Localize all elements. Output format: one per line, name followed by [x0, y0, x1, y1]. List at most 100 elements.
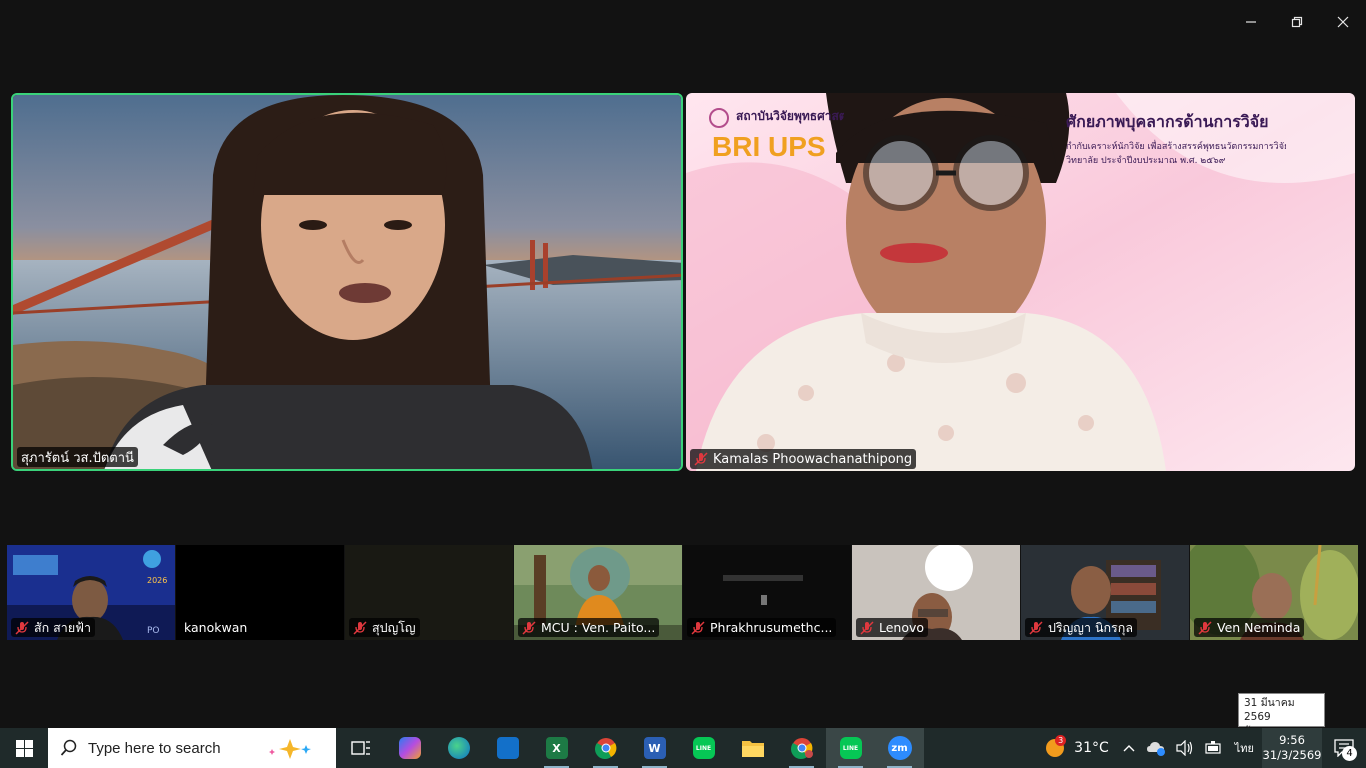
- chrome-app[interactable]: [581, 728, 630, 768]
- weather-widget[interactable]: 3 31°C: [1039, 728, 1117, 768]
- start-button[interactable]: [0, 728, 48, 768]
- close-icon: [1337, 16, 1349, 28]
- search-box[interactable]: Type here to search: [48, 728, 336, 768]
- name-label: kanokwan: [184, 620, 248, 635]
- edge-app[interactable]: [434, 728, 483, 768]
- system-tray: 3 31°C ไทย 9:56 31/3/2569 4: [1039, 728, 1366, 768]
- muted-mic-icon: [1198, 620, 1212, 635]
- minimize-button[interactable]: [1228, 0, 1274, 44]
- participant-video: [13, 95, 681, 469]
- muted-mic-icon: [691, 620, 705, 635]
- clock[interactable]: 9:56 31/3/2569: [1262, 728, 1322, 768]
- video-tile-participant[interactable]: สถาบันวิจัยพุทธศาสตร์ BRI UPS ศักยภาพบุค…: [686, 93, 1355, 471]
- line-icon: LINE: [839, 737, 862, 759]
- thumbnail-tile[interactable]: Phrakhrusumethc...: [683, 545, 851, 640]
- windows-icon: [15, 739, 33, 757]
- muted-mic-icon: [353, 620, 367, 635]
- speaker-icon: [1176, 740, 1192, 756]
- name-label: Ven Neminda: [1217, 620, 1301, 635]
- thumbnail-tile[interactable]: Lenovo: [852, 545, 1020, 640]
- date-tooltip: 31 มีนาคม 2569 อังคาร: [1238, 693, 1325, 737]
- thumbnail-tile[interactable]: kanokwan: [176, 545, 344, 640]
- video-tile-active-speaker[interactable]: สุภารัตน์ วส.ปัตตานี: [11, 93, 683, 471]
- name-label: ปริญญา นิกรกุล: [1048, 619, 1133, 635]
- copilot-icon: [398, 737, 421, 759]
- name-label: MCU : Ven. Paito...: [541, 620, 656, 635]
- muted-mic-icon: [1029, 620, 1043, 635]
- excel-app[interactable]: X: [532, 728, 581, 768]
- zoom-icon: zm: [887, 736, 912, 760]
- participant-name-tag: สัก สายฟ้า: [11, 618, 96, 637]
- participant-strip: 2026 PO สัก สายฟ้า kanokwan สุปญโญ MCU:…: [7, 545, 1358, 640]
- participant-name-tag: สุภารัตน์ วส.ปัตตานี: [17, 447, 138, 467]
- battery-button[interactable]: [1199, 728, 1227, 768]
- search-icon: [60, 739, 77, 756]
- folder-icon: [741, 741, 764, 757]
- thumbnail-tile[interactable]: Ven Neminda: [1190, 545, 1358, 640]
- participant-name-tag: kanokwan: [180, 618, 252, 637]
- svg-text:PO: PO: [147, 626, 160, 636]
- chrome-icon: [594, 738, 616, 759]
- minimize-icon: [1246, 21, 1256, 23]
- task-view-button[interactable]: [336, 728, 385, 768]
- thumbnail-tile[interactable]: MCU : Ven. Paito...: [514, 545, 682, 640]
- window-controls: [1228, 0, 1366, 44]
- task-view-icon: [350, 741, 370, 755]
- taskbar: Type here to search X W LINE LINE zm 3 3…: [0, 728, 1366, 768]
- slide-org-line: สถาบันวิจัยพุทธศาสตร์: [736, 109, 844, 123]
- name-label: Phrakhrusumethc...: [710, 620, 833, 635]
- file-explorer-app[interactable]: [728, 728, 777, 768]
- clock-time: 9:56: [1279, 733, 1305, 747]
- input-language[interactable]: ไทย: [1227, 728, 1262, 768]
- copilot-app[interactable]: [385, 728, 434, 768]
- restore-icon: [1291, 16, 1303, 28]
- volume-button[interactable]: [1171, 728, 1199, 768]
- line-icon: LINE: [692, 737, 715, 759]
- participant-name-tag: สุปญโญ: [349, 618, 420, 637]
- outlook-app[interactable]: [483, 728, 532, 768]
- search-placeholder: Type here to search: [88, 739, 221, 757]
- clock-date: 31/3/2569: [1262, 748, 1322, 762]
- svg-text:2026: 2026: [147, 576, 167, 585]
- name-label: สัก สายฟ้า: [34, 619, 92, 635]
- weather-temperature: 31°C: [1074, 740, 1109, 756]
- slide-subline-2: วิทยาลัย ประจำปีงบประมาณ พ.ศ. ๒๕๖๙: [1066, 156, 1226, 166]
- participant-name-tag: Phrakhrusumethc...: [687, 618, 837, 637]
- participant-name-tag: Kamalas Phoowachanathipong: [690, 449, 917, 469]
- participant-name-tag: Lenovo: [856, 618, 929, 637]
- show-hidden-icons-button[interactable]: [1117, 728, 1141, 768]
- onedrive-tray[interactable]: [1141, 728, 1171, 768]
- word-app[interactable]: W: [630, 728, 679, 768]
- slide-logo-text: BRI UPS: [712, 131, 826, 162]
- tooltip-date: 31 มีนาคม 2569: [1244, 697, 1295, 723]
- word-icon: W: [643, 737, 666, 759]
- thumbnail-tile[interactable]: ปริญญา นิกรกุล: [1021, 545, 1189, 640]
- participant-name-tag: Ven Neminda: [1194, 618, 1305, 637]
- muted-mic-icon: [522, 620, 536, 635]
- muted-mic-icon: [15, 620, 29, 635]
- participant-name-tag: MCU : Ven. Paito...: [518, 618, 660, 637]
- chrome-profile-icon: [790, 738, 813, 759]
- outlook-icon: [496, 737, 519, 759]
- battery-icon: [1205, 741, 1221, 754]
- chrome-profile-app[interactable]: [777, 728, 826, 768]
- thumbnail-tile[interactable]: 2026 PO สัก สายฟ้า: [7, 545, 175, 640]
- slide-subline-1: กำกับเคราะห์นักวิจัย เพื่อสร้างสรรค์พุทธ…: [1066, 142, 1286, 152]
- muted-mic-icon: [694, 452, 708, 466]
- edge-icon: [447, 737, 470, 759]
- name-label: สุปญโญ: [372, 619, 416, 635]
- line-active-app[interactable]: LINE: [826, 728, 875, 768]
- notification-count-badge: 4: [1342, 746, 1357, 761]
- participant-name-tag: ปริญญา นิกรกุล: [1025, 618, 1137, 637]
- zoom-app[interactable]: zm: [875, 728, 924, 768]
- close-button[interactable]: [1320, 0, 1366, 44]
- line-app[interactable]: LINE: [679, 728, 728, 768]
- notifications-button[interactable]: 4: [1322, 728, 1366, 768]
- cloud-sync-icon: [1146, 742, 1165, 756]
- muted-mic-icon: [860, 620, 874, 635]
- thumbnail-tile[interactable]: สุปญโญ: [345, 545, 513, 640]
- name-label: สุภารัตน์ วส.ปัตตานี: [21, 450, 134, 466]
- name-label: Kamalas Phoowachanathipong: [713, 451, 913, 467]
- chevron-up-icon: [1123, 745, 1135, 752]
- restore-button[interactable]: [1274, 0, 1320, 44]
